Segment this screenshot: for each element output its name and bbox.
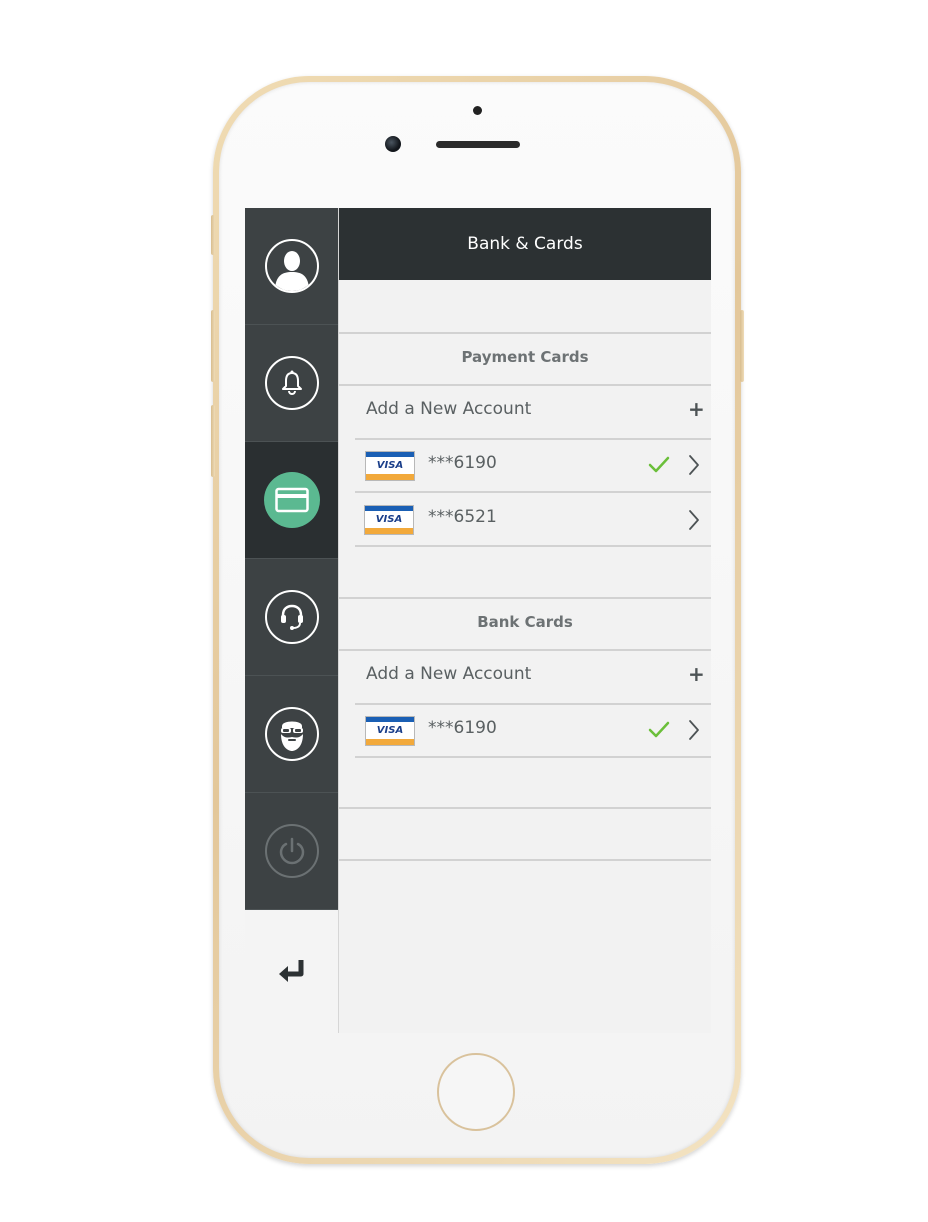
divider [339, 859, 711, 861]
volume-up-button [211, 310, 215, 382]
divider [355, 756, 711, 758]
divider [339, 807, 711, 809]
plus-icon: + [688, 397, 705, 421]
visa-card-icon: VISA [365, 716, 415, 746]
divider [355, 703, 711, 705]
headset-icon [264, 590, 319, 644]
chevron-right-icon [689, 455, 699, 475]
bank-cards-heading: Bank Cards [477, 613, 573, 631]
mute-switch [211, 215, 215, 255]
checkmark-icon [648, 721, 670, 738]
earpiece-speaker [436, 141, 520, 148]
credit-card-icon [263, 472, 320, 528]
card-number: ***6521 [428, 507, 497, 527]
sidebar-item-logout[interactable] [245, 793, 338, 910]
divider [355, 438, 711, 440]
page-title: Bank & Cards [339, 208, 711, 280]
sidebar [245, 208, 339, 1033]
add-account-label: Add a New Account [366, 399, 532, 419]
user-icon [264, 239, 319, 293]
sidebar-item-notifications[interactable] [245, 325, 338, 442]
card-number: ***6190 [428, 718, 497, 738]
divider [339, 384, 711, 386]
payment-cards-heading: Payment Cards [461, 348, 589, 366]
divider [339, 332, 711, 334]
volume-down-button [211, 405, 215, 477]
card-number: ***6190 [428, 453, 497, 473]
power-side-button [740, 310, 744, 382]
return-arrow-icon [278, 960, 303, 982]
stage: Bank & Cards Payment Cards Add a New Acc… [0, 0, 928, 1222]
divider [339, 597, 711, 599]
screen: Bank & Cards Payment Cards Add a New Acc… [245, 208, 711, 1033]
plus-icon: + [688, 662, 705, 686]
divider [355, 545, 711, 547]
home-button[interactable] [437, 1053, 515, 1131]
checkmark-icon [648, 456, 670, 473]
divider [339, 649, 711, 651]
bearded-man-icon [264, 707, 319, 761]
main-panel: Bank & Cards Payment Cards Add a New Acc… [339, 208, 711, 1033]
divider [355, 491, 711, 493]
visa-card-icon: VISA [365, 451, 415, 481]
bell-icon [264, 356, 319, 410]
front-camera [385, 136, 401, 152]
add-account-label: Add a New Account [366, 664, 532, 684]
visa-card-icon: VISA [364, 505, 414, 535]
power-icon [264, 824, 319, 878]
sidebar-item-account[interactable] [245, 676, 338, 793]
back-button[interactable] [245, 909, 338, 1033]
chevron-right-icon [689, 510, 699, 530]
sidebar-item-bank-cards[interactable] [245, 442, 338, 559]
sidebar-item-support[interactable] [245, 559, 338, 676]
chevron-right-icon [689, 720, 699, 740]
sensor-dot [473, 106, 482, 115]
sidebar-item-profile[interactable] [245, 208, 338, 325]
